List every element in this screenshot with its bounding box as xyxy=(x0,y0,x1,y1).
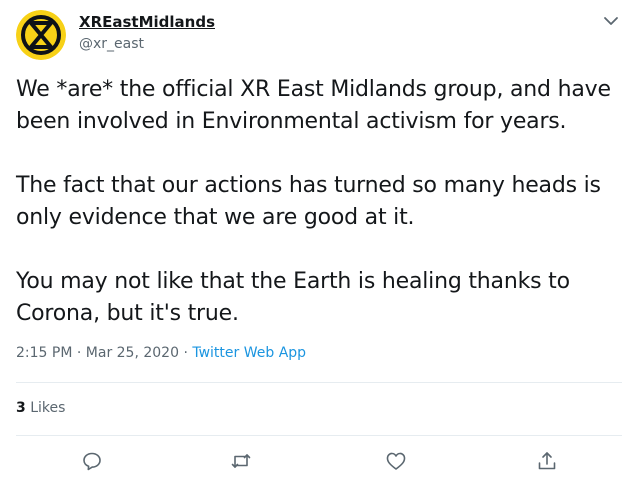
avatar[interactable] xyxy=(16,10,66,60)
likes-stat[interactable]: 3 Likes xyxy=(16,400,65,416)
tweet-time[interactable]: 2:15 PM xyxy=(16,345,72,361)
likes-count: 3 xyxy=(16,400,26,416)
tweet-line: The fact that our actions has turned so … xyxy=(16,173,601,198)
extinction-symbol-icon xyxy=(16,10,66,60)
heart-icon xyxy=(386,452,406,470)
reply-button[interactable] xyxy=(81,450,103,472)
tweet-source-link[interactable]: Twitter Web App xyxy=(192,345,306,361)
tweet-date[interactable]: Mar 25, 2020 xyxy=(86,345,179,361)
display-name[interactable]: XREastMidlands xyxy=(79,13,215,31)
likes-label: Likes xyxy=(30,400,66,416)
tweet-paragraph: You may not like that the Earth is heali… xyxy=(16,266,624,330)
handle[interactable]: @xr_east xyxy=(79,36,144,52)
tweet-text: We *are* the official XR East Midlands g… xyxy=(16,74,624,330)
like-button[interactable] xyxy=(385,450,407,472)
retweet-button[interactable] xyxy=(230,450,252,472)
meta-separator: · xyxy=(183,345,188,361)
tweet-line: been involved in Environmental activism … xyxy=(16,109,567,134)
tweet-line: You may not like that the Earth is heali… xyxy=(16,269,570,294)
divider xyxy=(16,382,622,383)
divider xyxy=(16,435,622,436)
chevron-down-icon[interactable] xyxy=(601,14,621,30)
meta-separator: · xyxy=(76,345,82,361)
tweet-line: We *are* the official XR East Midlands g… xyxy=(16,77,611,102)
retweet-icon xyxy=(231,454,251,468)
tweet-paragraph: We *are* the official XR East Midlands g… xyxy=(16,74,624,138)
tweet-card: XREastMidlands @xr_east We *are* the off… xyxy=(0,0,634,481)
reply-icon xyxy=(83,452,101,471)
tweet-line: only evidence that we are good at it. xyxy=(16,205,415,230)
share-icon xyxy=(538,452,556,470)
tweet-meta: 2:15 PM · Mar 25, 2020 · Twitter Web App xyxy=(16,345,306,361)
tweet-paragraph: The fact that our actions has turned so … xyxy=(16,170,624,234)
share-button[interactable] xyxy=(536,450,558,472)
tweet-line: Corona, but it's true. xyxy=(16,301,239,326)
